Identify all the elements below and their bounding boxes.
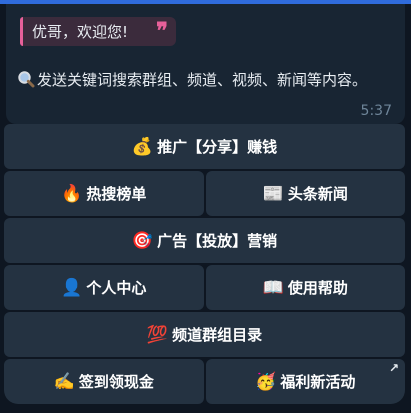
- button-label: 广告【投放】营销: [157, 232, 278, 250]
- button-label: 头条新闻: [287, 185, 348, 203]
- button-label: 使用帮助: [287, 279, 348, 297]
- button-label: 热搜榜单: [86, 185, 147, 203]
- checkin-cash-button[interactable]: ✍️ 签到领现金: [4, 359, 204, 404]
- quote-block[interactable]: 优哥，欢迎您! ❞: [20, 17, 176, 46]
- keyboard-row: 🔥 热搜榜单 📰 头条新闻: [4, 171, 405, 216]
- quote-text: 优哥，欢迎您!: [32, 23, 129, 41]
- hot-search-list-button[interactable]: 🔥 热搜榜单: [4, 171, 204, 216]
- writing-hand-icon: ✍️: [53, 371, 75, 392]
- button-label: 签到领现金: [78, 373, 154, 391]
- message-body: 发送关键词搜索群组、频道、视频、新闻等内容。: [37, 71, 368, 89]
- keyboard-row: 💰 推广【分享】赚钱: [4, 124, 405, 169]
- headline-news-button[interactable]: 📰 头条新闻: [205, 171, 405, 216]
- magnifier-icon: [18, 71, 35, 88]
- quote-icon: ❞: [156, 18, 168, 44]
- message-text: 发送关键词搜索群组、频道、视频、新闻等内容。: [17, 69, 399, 92]
- advertising-button[interactable]: 🎯 广告【投放】营销: [4, 218, 405, 263]
- user-icon: 👤: [61, 277, 83, 298]
- keyboard-row: 🎯 广告【投放】营销: [4, 218, 405, 263]
- hundred-points-icon: 💯: [146, 324, 169, 345]
- personal-center-button[interactable]: 👤 个人中心: [4, 265, 204, 310]
- channel-group-directory-button[interactable]: 💯 频道群组目录: [4, 312, 405, 357]
- fire-icon: 🔥: [61, 183, 83, 204]
- newspaper-icon: 📰: [262, 183, 284, 204]
- message-timestamp: 5:37: [360, 103, 392, 119]
- bot-message-bubble: 优哥，欢迎您! ❞ 发送关键词搜索群组、频道、视频、新闻等内容。 5:37: [6, 4, 405, 124]
- keyboard-row: 👤 个人中心 📖 使用帮助: [4, 265, 405, 310]
- button-label: 频道群组目录: [172, 326, 263, 344]
- promote-share-earn-button[interactable]: 💰 推广【分享】赚钱: [4, 124, 405, 169]
- money-bag-icon: 💰: [131, 136, 154, 157]
- new-events-button[interactable]: 🥳 福利新活动 ↗: [205, 359, 405, 404]
- inline-keyboard: 💰 推广【分享】赚钱 🔥 热搜榜单 📰 头条新闻 🎯 广告【投放】营销 👤 个人…: [4, 124, 405, 406]
- keyboard-row: ✍️ 签到领现金 🥳 福利新活动 ↗: [4, 359, 405, 404]
- help-button[interactable]: 📖 使用帮助: [205, 265, 405, 310]
- button-label: 个人中心: [86, 279, 147, 297]
- book-icon: 📖: [262, 277, 284, 298]
- external-link-arrow-icon: ↗: [388, 361, 399, 375]
- button-label: 推广【分享】赚钱: [157, 138, 278, 156]
- party-face-icon: 🥳: [255, 371, 277, 392]
- target-icon: 🎯: [131, 230, 154, 251]
- keyboard-row: 💯 频道群组目录: [4, 312, 405, 357]
- button-label: 福利新活动: [280, 373, 356, 391]
